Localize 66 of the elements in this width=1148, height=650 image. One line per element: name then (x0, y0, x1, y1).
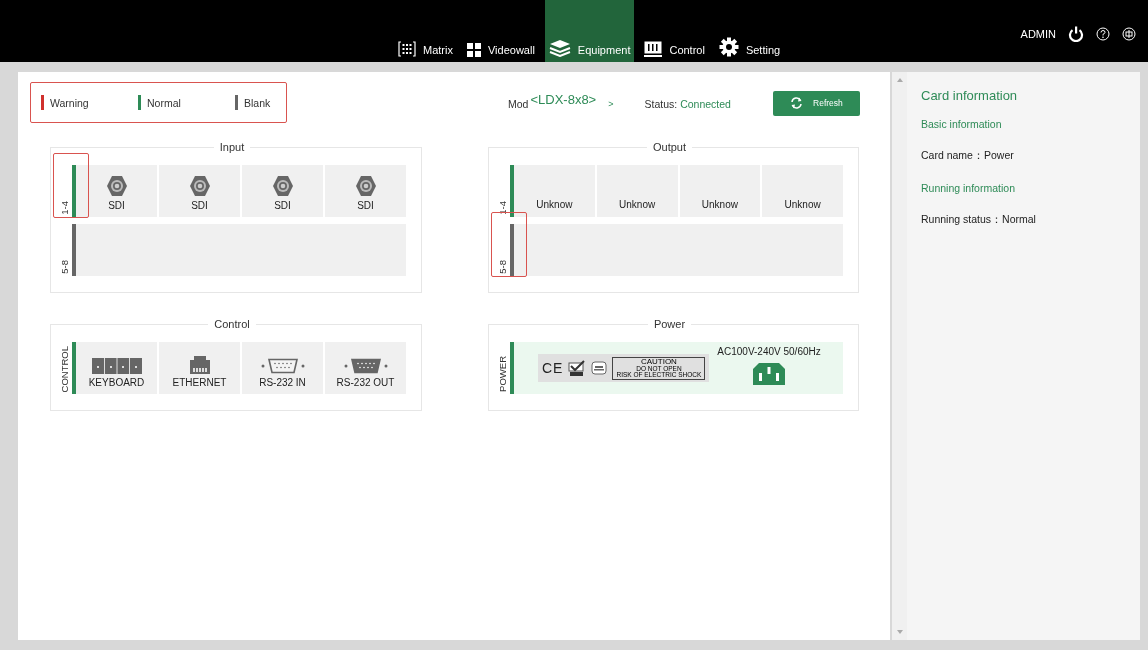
port-label: SDI (357, 200, 374, 211)
group-title: Input (218, 141, 246, 153)
help-icon[interactable] (1096, 27, 1110, 41)
tiles-icon (466, 43, 481, 57)
field-value: Normal (1002, 213, 1036, 227)
port-label: Unknow (536, 199, 573, 210)
power-icon[interactable] (1068, 26, 1084, 42)
field-value: Power (983, 149, 1014, 163)
nav-tab[interactable]: Matrix (394, 0, 457, 62)
connector-icon (188, 175, 211, 197)
gear-icon (718, 37, 739, 57)
section-heading: Basic information (921, 118, 1003, 130)
slot-label: 5-8 (496, 260, 509, 276)
panel-title: Card information (921, 88, 1019, 103)
checkmark-badge-icon (568, 360, 587, 376)
legend-label: Warning (50, 96, 89, 109)
port-label: Unknow (784, 199, 821, 210)
arrow-text[interactable]: > (608, 99, 614, 109)
model-value: <LDX-8x8> (530, 91, 597, 107)
nav-tab[interactable]: Equipment (544, 0, 635, 62)
port-label: SDI (274, 200, 291, 211)
ethernet-port-icon (189, 356, 210, 374)
port-label: KEYBOARD (88, 377, 145, 388)
group-title: Power (652, 318, 687, 330)
field-label: Running status： (921, 213, 1003, 227)
status-label: Status: (644, 98, 678, 110)
port-label: Unknow (619, 199, 656, 210)
group-title: Output (652, 141, 687, 153)
nav-tab[interactable]: Videowall (462, 0, 539, 62)
connector-icon (105, 175, 128, 197)
device-badge-icon (591, 361, 608, 375)
power-rating: AC100V-240V 50/60Hz (717, 346, 821, 357)
serial-port-icon (342, 358, 389, 374)
model-label: Mod (508, 98, 529, 110)
port-label: RS-232 IN (259, 377, 306, 388)
slot-label: 1-4 (58, 201, 71, 217)
port-label: ETHERNET (172, 377, 227, 388)
power-inlet-icon (753, 363, 786, 385)
connector-icon (354, 175, 377, 197)
mark-text: CE (542, 360, 564, 376)
layers-icon (548, 39, 571, 57)
serial-port-icon (259, 358, 306, 374)
terminal-block-icon (91, 358, 142, 374)
connector-icon (271, 175, 294, 197)
group-title: Control (213, 318, 251, 330)
legend-label: Normal (147, 96, 181, 109)
status-value: Connected (680, 98, 731, 110)
control-panel-icon (644, 41, 663, 57)
section-heading: Running information (921, 182, 1016, 194)
caution-text: CAUTION (640, 357, 677, 366)
nav-tab[interactable]: Setting (714, 0, 785, 62)
slot-label: CONTROL (58, 345, 71, 394)
port-label: SDI (108, 200, 125, 211)
grid-icon (398, 41, 416, 57)
port-label: RS-232 OUT (336, 377, 395, 388)
refresh-button[interactable]: Refresh (772, 90, 860, 116)
slot-label: POWER (496, 356, 509, 394)
port-label: Unknow (701, 199, 738, 210)
port-label: SDI (191, 200, 208, 211)
user-name: ADMIN (1020, 28, 1056, 40)
legend-label: Blank (244, 96, 271, 109)
refresh-icon (790, 97, 804, 109)
nav-tab[interactable]: Control (640, 0, 709, 62)
field-label: Card name： (921, 149, 984, 163)
slot-label: 5-8 (58, 260, 71, 276)
circled-symbol-icon[interactable] (1122, 27, 1136, 41)
